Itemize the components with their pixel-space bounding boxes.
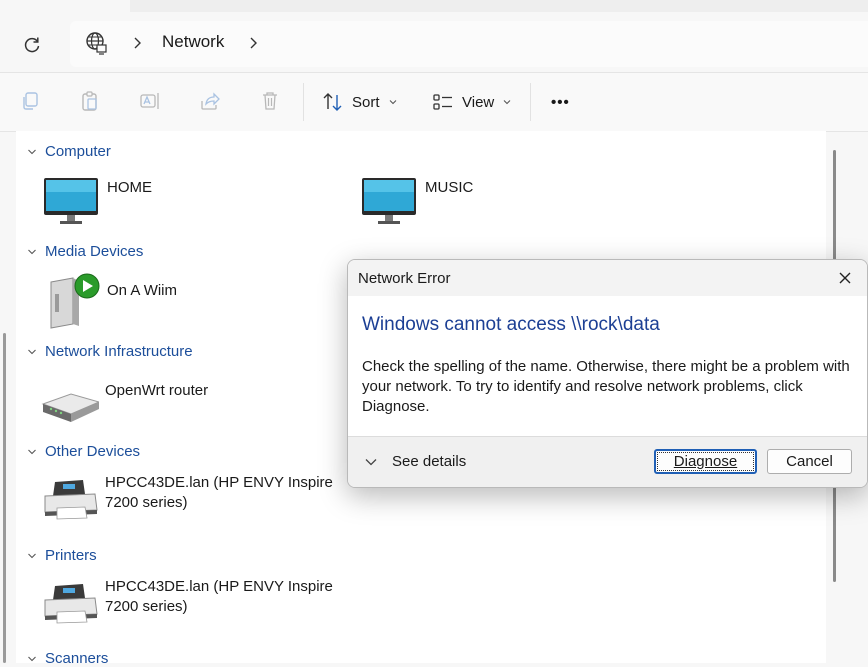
item-label: OpenWrt router (105, 382, 209, 399)
group-header-media-devices[interactable]: Media Devices (27, 243, 143, 260)
group-label: Other Devices (45, 443, 141, 460)
view-button[interactable]: View (432, 87, 512, 117)
dialog-title: Network Error (358, 270, 451, 287)
share-icon[interactable] (198, 89, 222, 113)
see-details-label: See details (392, 453, 467, 470)
rename-icon[interactable] (138, 89, 162, 113)
copy-icon[interactable] (18, 89, 42, 113)
item-label: On A Wiim (107, 282, 178, 299)
command-bar: Sort View ••• (0, 72, 868, 132)
printer-icon (44, 584, 98, 624)
refresh-button[interactable] (16, 29, 48, 61)
cancel-label: Cancel (786, 453, 833, 470)
dialog-main-instruction: Windows cannot access \\rock\data (362, 314, 660, 335)
toolbar-divider (530, 83, 531, 121)
see-details-toggle[interactable]: See details (364, 453, 466, 470)
chevron-down-icon (365, 458, 377, 465)
chevron-down-icon (28, 553, 36, 558)
network-globe-icon (86, 32, 107, 55)
paste-icon[interactable] (78, 89, 102, 113)
group-header-printers[interactable]: Printers (27, 547, 97, 564)
chevron-down-icon (389, 100, 396, 105)
dialog-titlebar[interactable]: Network Error (348, 260, 867, 296)
sort-button[interactable]: Sort (322, 87, 398, 117)
delete-icon[interactable] (258, 89, 282, 113)
refresh-icon (24, 37, 40, 53)
dialog-close-button[interactable] (830, 265, 860, 291)
group-header-scanners[interactable]: Scanners (27, 650, 108, 667)
diagnose-button[interactable]: Diagnose (654, 449, 757, 474)
network-item-hp-envy-printer[interactable]: HPCC43DE.lan (HP ENVY Inspire 7200 serie… (41, 576, 335, 628)
item-label: MUSIC (425, 179, 474, 196)
network-item-home[interactable]: HOME (43, 177, 152, 229)
monitor-icon (44, 178, 98, 224)
chevron-down-icon (28, 449, 36, 454)
breadcrumb-network[interactable]: Network (162, 32, 224, 52)
group-label: Media Devices (45, 243, 144, 260)
chevron-right-icon[interactable] (130, 35, 146, 51)
item-label: HOME (107, 179, 152, 196)
chevron-right-icon[interactable] (246, 35, 262, 51)
printer-icon (44, 480, 98, 520)
router-icon (41, 393, 99, 422)
dialog-footer: See details Diagnose Cancel (348, 436, 867, 487)
media-device-icon (50, 273, 100, 329)
network-item-music[interactable]: MUSIC (361, 177, 473, 229)
group-header-computer[interactable]: Computer (27, 143, 111, 160)
group-label: Scanners (45, 650, 109, 667)
group-header-other-devices[interactable]: Other Devices (27, 443, 140, 460)
item-label: HPCC43DE.lan (HP ENVY Inspire 7200 serie… (105, 474, 333, 511)
network-item-hp-envy-other[interactable]: HPCC43DE.lan (HP ENVY Inspire 7200 serie… (41, 472, 335, 524)
group-label: Network Infrastructure (45, 343, 193, 360)
item-label: HPCC43DE.lan (HP ENVY Inspire 7200 serie… (105, 578, 333, 615)
network-item-openwrt-router[interactable]: OpenWrt router (41, 378, 208, 430)
toolbar-divider (303, 83, 304, 121)
network-item-on-a-wiim[interactable]: On A Wiim (43, 272, 177, 330)
dialog-body-text: Check the spelling of the name. Otherwis… (362, 358, 850, 415)
more-options-button[interactable]: ••• (551, 87, 570, 117)
chevron-down-icon (503, 100, 511, 105)
view-list-icon (433, 94, 452, 110)
address-bar-area: Network (0, 12, 868, 72)
chevron-down-icon (28, 656, 36, 661)
sort-icon (323, 93, 342, 111)
group-header-network-infrastructure[interactable]: Network Infrastructure (27, 343, 193, 360)
network-error-dialog: Network Error Windows cannot access \\ro… (347, 259, 868, 488)
cancel-button[interactable]: Cancel (767, 449, 852, 474)
monitor-icon (362, 178, 416, 224)
chevron-down-icon (28, 249, 36, 254)
diagnose-label: Diagnose (673, 453, 738, 470)
chevron-down-icon (28, 349, 36, 354)
sort-label: Sort (352, 93, 380, 111)
close-icon (839, 272, 851, 284)
group-label: Printers (45, 547, 97, 564)
chevron-down-icon (28, 149, 36, 154)
group-label: Computer (45, 143, 111, 160)
address-bar[interactable]: Network (70, 21, 868, 67)
nav-pane-scrollbar[interactable] (3, 333, 6, 663)
view-label: View (462, 93, 495, 111)
